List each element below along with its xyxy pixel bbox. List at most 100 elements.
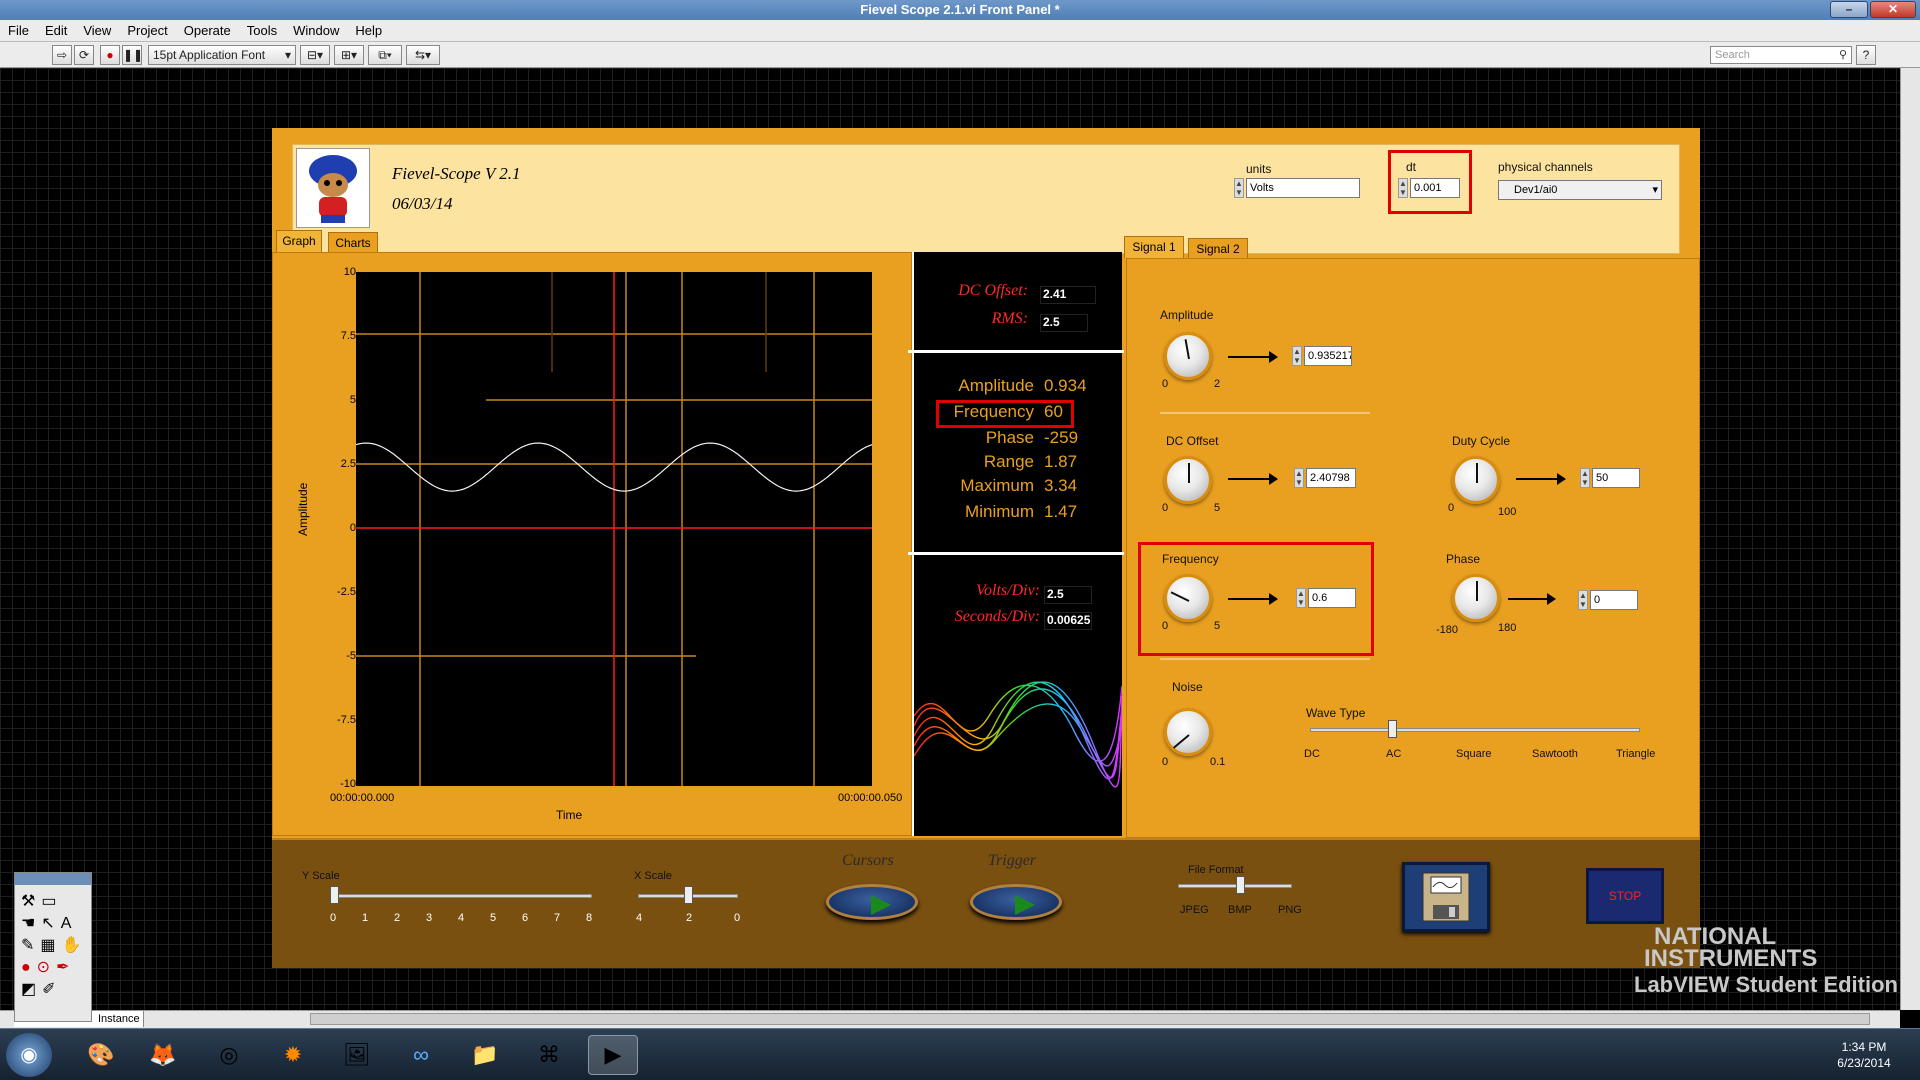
frequency-field[interactable]: 0.6 [1308,588,1356,608]
channels-select[interactable]: Dev1/ai0 ▾ [1498,180,1662,200]
app-icon[interactable]: ✹ [268,1035,318,1075]
y-scale-slider[interactable] [332,894,592,898]
run-arrow-icon[interactable]: ⇨ [52,45,72,65]
font-select[interactable]: 15pt Application Font ▾ [148,45,296,65]
trigger-label: Trigger [988,852,1037,869]
duty-cycle-field[interactable]: 50 [1592,468,1640,488]
dt-label: dt [1406,160,1417,174]
toolbar: ⇨ ⟳ ● ❚❚ 15pt Application Font ▾ ⊟▾ ⊞▾ ⧉▾… [0,42,1920,68]
chrome-icon[interactable]: ◎ [204,1035,254,1075]
hand-icon[interactable]: ☚↖A [21,913,87,935]
tab-graph[interactable]: Graph [276,230,322,252]
amplitude-field[interactable]: 0.935217 [1304,346,1352,366]
noise-knob[interactable] [1164,708,1212,756]
duty-cycle-knob[interactable] [1452,456,1500,504]
horizontal-scrollbar[interactable]: Instance [0,1010,1900,1028]
save-button[interactable] [1402,862,1490,932]
close-button[interactable]: ✕ [1870,1,1916,18]
wave-type-slider[interactable] [1310,728,1640,732]
amplitude-knob[interactable] [1164,332,1212,380]
menu-window[interactable]: Window [285,20,347,42]
frequency-knob-label: Frequency [1162,552,1219,566]
cursors-button[interactable] [826,884,918,920]
y-scale-thumb[interactable] [330,886,339,904]
y-scale-tick: 4 [458,912,465,924]
vertical-scrollbar[interactable] [1900,68,1920,1010]
file-format-label: File Format [1188,864,1244,876]
sec-div-value: 0.00625 [1044,612,1092,630]
system-clock[interactable]: 1:34 PM 6/23/2014 [1824,1039,1904,1071]
waveform-graph[interactable] [356,272,872,786]
dt-spinner[interactable]: ▲ ▼ [1398,178,1408,198]
dc-offset-field[interactable]: 2.40798 [1306,468,1356,488]
y-tick: -5 [346,650,356,662]
labview-vi-icon[interactable]: ▶ [588,1035,638,1075]
tab-signal-2[interactable]: Signal 2 [1188,238,1248,260]
knob-min: 0 [1162,378,1169,390]
cursors-label: Cursors [842,852,894,869]
start-button[interactable]: ◉ [6,1033,52,1077]
file-format-thumb[interactable] [1236,876,1245,894]
wave-type-thumb[interactable] [1388,720,1397,738]
breakpoint-icon[interactable]: ●⊙✒ [21,957,87,979]
channels-value: Dev1/ai0 [1514,184,1558,196]
menu-view[interactable]: View [75,20,119,42]
reorder-icon[interactable]: ⇆▾ [406,45,440,65]
frequency-knob[interactable] [1164,574,1212,622]
fievel-logo-icon [296,148,370,228]
visual-studio-icon[interactable]: ∞ [396,1035,446,1075]
palette-title-bar[interactable] [15,873,91,885]
run-continuously-icon[interactable]: ⟳ [74,45,94,65]
distribute-icon[interactable]: ⊞▾ [334,45,364,65]
wrench-icon[interactable]: ⚒▭ [21,891,87,913]
firefox-icon[interactable]: 🦊 [138,1035,188,1075]
x-scale-thumb[interactable] [684,886,693,904]
resize-icon[interactable]: ⧉▾ [368,45,402,65]
amplitude-spinner[interactable]: ▲ ▼ [1292,346,1302,366]
tab-charts[interactable]: Charts [328,232,378,254]
menu-tools[interactable]: Tools [239,20,285,42]
wire-icon[interactable]: ✎▦✋ [21,935,87,957]
minimize-button[interactable]: – [1830,1,1868,18]
trigger-button[interactable] [970,884,1062,920]
stat-label: Range [983,452,1034,471]
stop-button[interactable]: STOP [1586,868,1664,924]
y-scale-tick: 7 [554,912,561,924]
frequency-spinner[interactable]: ▲ ▼ [1296,588,1306,608]
stat-value: 1.87 [1044,452,1078,471]
play-icon [871,895,891,915]
stat-label: Maximum [960,476,1034,495]
color-icon[interactable]: ◩✐ [21,979,87,1001]
tab-signal-1[interactable]: Signal 1 [1124,236,1184,258]
menu-operate[interactable]: Operate [176,20,239,42]
phase-knob[interactable] [1452,574,1500,622]
phase-spinner[interactable]: ▲ ▼ [1578,590,1588,610]
app-date: 06/03/14 [392,194,453,213]
dt-field[interactable]: 0.001 [1410,178,1460,198]
menu-project[interactable]: Project [119,20,175,42]
align-icon[interactable]: ⊟▾ [300,45,330,65]
dc-offset-knob[interactable] [1164,456,1212,504]
labview-icon[interactable]: ⌘ [524,1035,574,1075]
phase-field[interactable]: 0 [1590,590,1638,610]
dc-offset-spinner[interactable]: ▲ ▼ [1294,468,1304,488]
pause-icon[interactable]: ❚❚ [122,45,143,65]
file-explorer-icon[interactable]: 📁 [460,1035,510,1075]
abort-icon[interactable]: ● [100,45,120,65]
stat-label: Frequency [953,402,1034,421]
clock-time: 1:34 PM [1841,1040,1887,1054]
units-field[interactable]: Volts [1246,178,1360,198]
menu-file[interactable]: File [0,20,37,42]
y-tick: -7.5 [337,714,356,726]
paint-icon[interactable]: 🎨 [76,1035,126,1075]
file-format-slider[interactable] [1178,884,1292,888]
menu-help[interactable]: Help [347,20,390,42]
dc-offset-label: DC Offset: [958,282,1028,299]
units-spinner[interactable]: ▲ ▼ [1234,178,1244,198]
scroll-thumb[interactable] [310,1013,1870,1025]
menu-edit[interactable]: Edit [37,20,75,42]
help-icon[interactable]: ? [1856,45,1876,65]
photo-viewer-icon[interactable]: 🖼 [332,1035,382,1075]
duty-cycle-spinner[interactable]: ▲ ▼ [1580,468,1590,488]
search-input[interactable]: Search ⚲ [1710,46,1852,64]
